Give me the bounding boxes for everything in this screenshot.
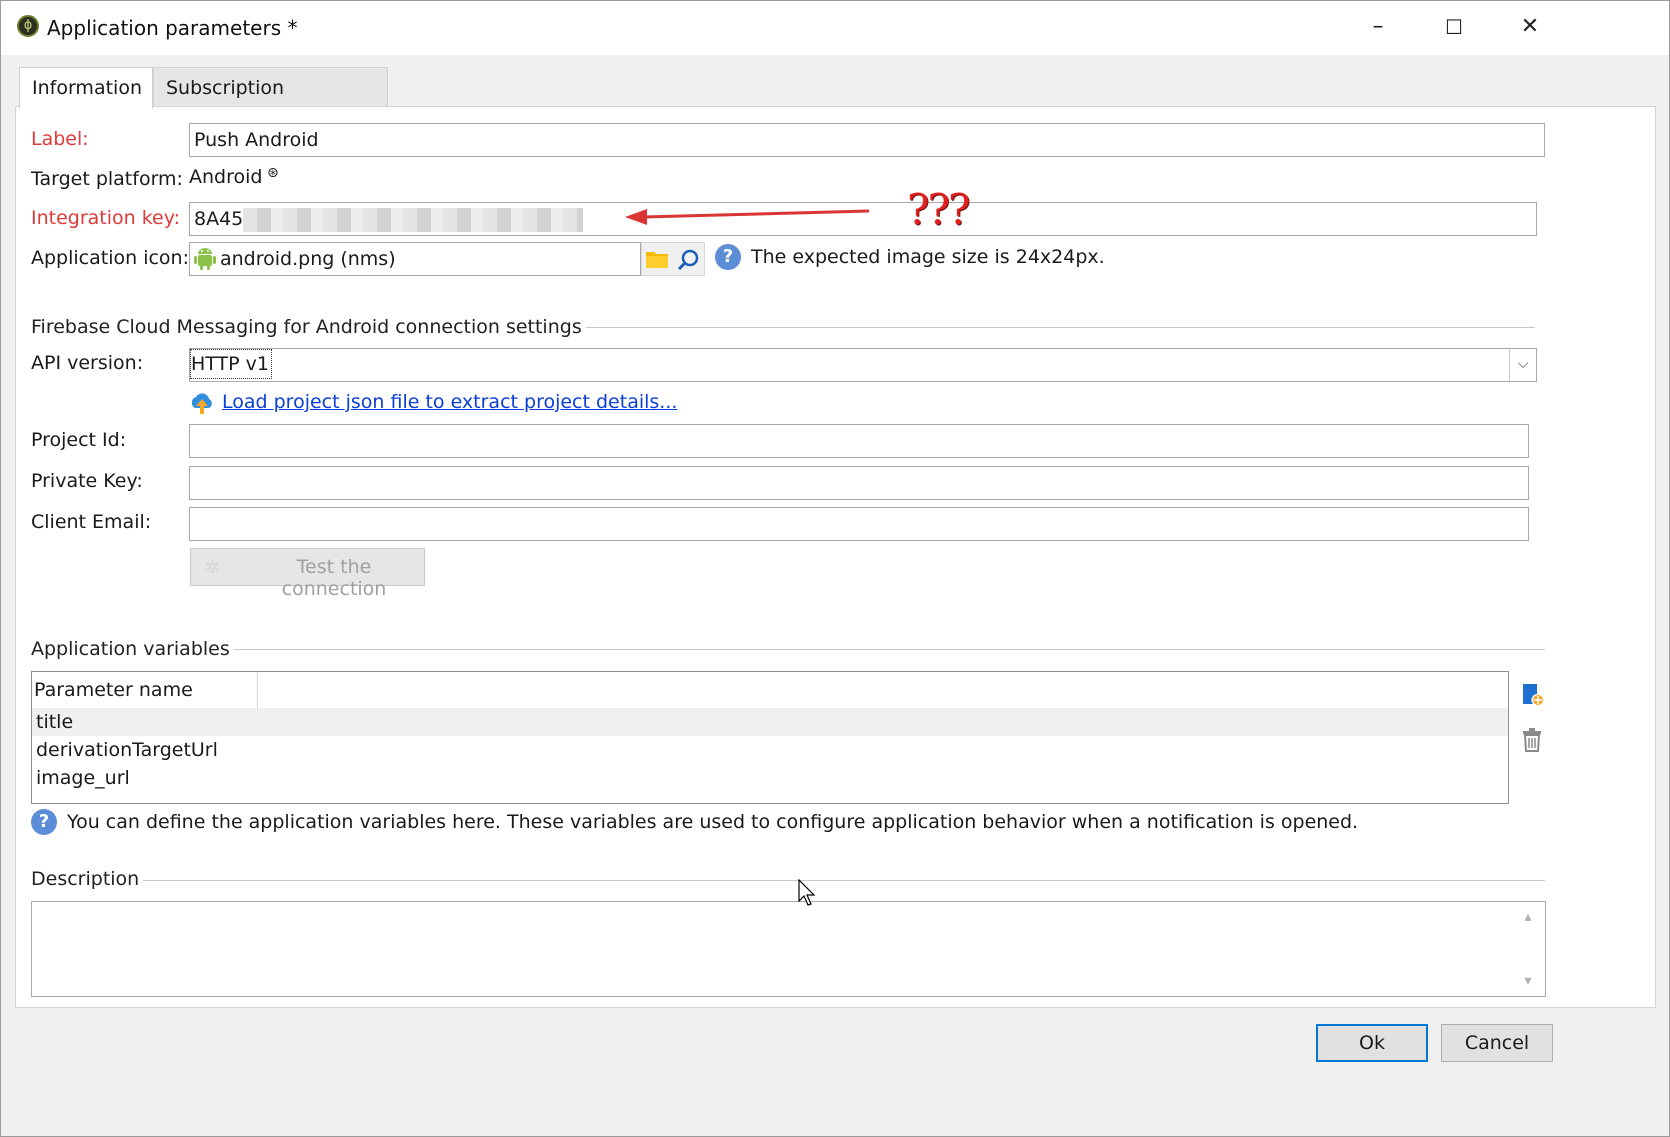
variables-group-line xyxy=(31,649,1545,650)
application-icon-input[interactable]: android.png (nms) xyxy=(189,242,641,276)
application-icon-value: android.png (nms) xyxy=(220,248,396,270)
label-input[interactable]: Push Android xyxy=(189,123,1545,157)
application-icon-hint: The expected image size is 24x24px. xyxy=(751,246,1105,268)
tab-information[interactable]: Information xyxy=(19,67,153,109)
table-row[interactable]: derivationTargetUrl xyxy=(32,736,1508,764)
integration-key-value: 8A45 xyxy=(194,208,244,230)
label-caption: Label: xyxy=(31,128,89,150)
variables-group-title: Application variables xyxy=(31,638,234,660)
variables-hint: You can define the application variables… xyxy=(67,811,1359,833)
annotation-arrow-icon xyxy=(625,209,870,225)
variables-grid: Parameter name title derivationTargetUrl… xyxy=(31,671,1509,804)
redacted-key-blur xyxy=(243,207,584,232)
maximize-button[interactable]: ☐ xyxy=(1431,7,1477,47)
fcm-group-title: Firebase Cloud Messaging for Android con… xyxy=(31,316,586,338)
application-icon-caption: Application icon: xyxy=(31,247,189,269)
table-row[interactable]: image_url xyxy=(32,764,1508,792)
description-group-title: Description xyxy=(31,868,144,890)
cloud-upload-icon xyxy=(191,393,212,414)
application-parameters-window: ϕ Application parameters * – ☐ ✕ Informa… xyxy=(0,0,1670,1137)
add-variable-icon[interactable] xyxy=(1519,680,1545,708)
ok-button[interactable]: Ok xyxy=(1316,1024,1428,1062)
trash-icon[interactable] xyxy=(1521,727,1543,753)
title-bar: ϕ Application parameters * – ☐ ✕ xyxy=(1,1,1669,55)
scroll-down-icon[interactable]: ▾ xyxy=(1520,973,1536,989)
question-annotation: ??? xyxy=(907,185,971,234)
private-key-input[interactable] xyxy=(189,466,1529,500)
scroll-up-icon[interactable]: ▴ xyxy=(1520,909,1536,925)
close-button[interactable]: ✕ xyxy=(1507,7,1553,47)
api-version-select[interactable]: HTTP v1 ⌵ xyxy=(189,348,1537,382)
help-icon: ? xyxy=(31,809,57,835)
client-email-input[interactable] xyxy=(189,507,1529,541)
api-version-caption: API version: xyxy=(31,352,144,374)
description-textarea[interactable] xyxy=(31,901,1546,997)
app-logo-icon: ϕ xyxy=(17,15,39,37)
table-row[interactable]: title xyxy=(32,708,1508,736)
test-connection-button[interactable]: ✲ Test the connection xyxy=(190,548,425,600)
client-email-caption: Client Email: xyxy=(31,511,152,533)
minimize-button[interactable]: – xyxy=(1355,7,1401,47)
api-version-value: HTTP v1 xyxy=(190,349,272,379)
tab-subscription-parameters[interactable]: Subscription parameters xyxy=(153,67,388,139)
mouse-cursor-icon xyxy=(798,879,816,906)
android-robot-icon xyxy=(194,248,216,270)
project-id-caption: Project Id: xyxy=(31,429,127,451)
integration-key-caption: Integration key: xyxy=(31,207,181,229)
chevron-down-icon[interactable]: ⌵ xyxy=(1509,349,1536,381)
plug-icon: ✲ xyxy=(205,557,221,578)
platform-radio-icon: ⊛ xyxy=(267,165,279,181)
parameter-name-column-header[interactable]: Parameter name xyxy=(32,672,258,708)
window-title: Application parameters * xyxy=(47,16,298,40)
test-connection-label: Test the connection xyxy=(281,556,387,600)
target-platform-caption: Target platform: xyxy=(31,168,183,190)
private-key-caption: Private Key: xyxy=(31,470,143,492)
help-icon: ? xyxy=(715,244,741,270)
description-group-line xyxy=(31,880,1545,881)
project-id-input[interactable] xyxy=(189,424,1529,458)
folder-icon[interactable] xyxy=(645,248,669,270)
target-platform-value: Android xyxy=(189,166,263,188)
cancel-button[interactable]: Cancel xyxy=(1441,1024,1553,1062)
load-project-json-link[interactable]: Load project json file to extract projec… xyxy=(222,391,677,413)
search-icon[interactable] xyxy=(677,248,701,272)
